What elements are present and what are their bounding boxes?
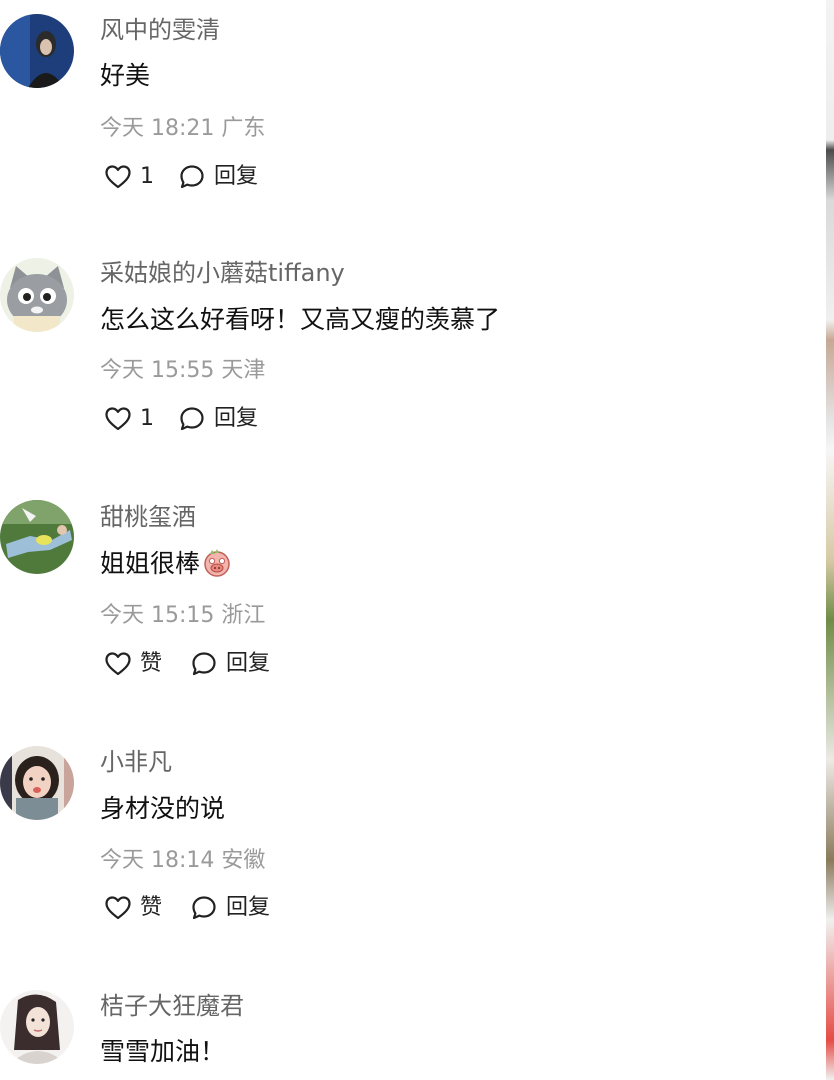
comment-location: 浙江 — [221, 603, 266, 628]
username[interactable]: 桔子大狂魔君 — [100, 991, 244, 1021]
comment-time: 今天 18:21 — [100, 116, 215, 141]
comment-actions: 1 回复 — [104, 161, 258, 193]
comment-text: 姐姐很棒 — [100, 548, 232, 580]
comment-actions: 赞 回复 — [104, 648, 270, 680]
heart-icon — [104, 894, 132, 922]
like-count: 1 — [140, 406, 154, 431]
comment-actions: 1 回复 — [104, 403, 258, 435]
comment-text: 雪雪加油！ — [100, 1037, 226, 1066]
like-label: 赞 — [140, 651, 163, 676]
speech-bubble-icon — [190, 650, 218, 678]
like-button[interactable]: 1 — [104, 163, 154, 191]
comment-meta: 今天 18:14 安徽 — [100, 847, 265, 875]
reply-button[interactable]: 回复 — [190, 894, 270, 922]
comment-actions: 赞 回复 — [104, 892, 270, 924]
avatar[interactable] — [0, 746, 74, 820]
comment-meta: 今天 15:55 天津 — [100, 357, 265, 385]
speech-bubble-icon — [178, 405, 206, 433]
like-button[interactable]: 赞 — [104, 650, 162, 678]
comment-meta: 今天 15:15 浙江 — [100, 602, 265, 630]
avatar-person-on-grass-icon — [0, 500, 74, 574]
avatar-girl-face-icon — [0, 746, 74, 820]
like-label: 赞 — [140, 895, 163, 920]
comment-time: 今天 18:14 — [100, 848, 215, 873]
username[interactable]: 风中的雯清 — [100, 15, 220, 45]
speech-bubble-icon — [178, 163, 206, 191]
heart-icon — [104, 650, 132, 678]
comment-time: 今天 15:15 — [100, 603, 215, 628]
speech-bubble-icon — [190, 894, 218, 922]
reply-label: 回复 — [226, 895, 271, 920]
reply-button[interactable]: 回复 — [178, 405, 258, 433]
avatar-dark-blue-portrait-icon — [0, 14, 74, 88]
comment-list: 风中的雯清 好美 今天 18:21 广东 1 回复 采姑娘的小蘑菇tiffany… — [0, 0, 826, 1080]
username[interactable]: 小非凡 — [100, 747, 172, 777]
comment-text: 身材没的说 — [100, 794, 226, 823]
pig-face-emoji-icon — [202, 548, 232, 578]
comment-location: 天津 — [221, 358, 266, 383]
comment-text: 好美 — [100, 61, 151, 90]
reply-label: 回复 — [214, 406, 259, 431]
like-button[interactable]: 赞 — [104, 894, 162, 922]
reply-label: 回复 — [226, 651, 271, 676]
heart-icon — [104, 163, 132, 191]
reply-label: 回复 — [214, 164, 259, 189]
avatar-gray-cat-icon — [0, 258, 74, 332]
comment-location: 广东 — [221, 116, 266, 141]
avatar[interactable] — [0, 990, 74, 1064]
comment-location: 安徽 — [221, 848, 266, 873]
avatar[interactable] — [0, 500, 74, 574]
comment-text-body: 姐姐很棒 — [100, 549, 201, 578]
like-count: 1 — [140, 164, 154, 189]
comment-text: 怎么这么好看呀！又高又瘦的羡慕了 — [100, 305, 501, 334]
username[interactable]: 采姑娘的小蘑菇tiffany — [100, 258, 345, 288]
comment-meta: 今天 18:21 广东 — [100, 115, 265, 143]
avatar[interactable] — [0, 14, 74, 88]
reply-button[interactable]: 回复 — [190, 650, 270, 678]
heart-icon — [104, 405, 132, 433]
comment-time: 今天 15:55 — [100, 358, 215, 383]
like-button[interactable]: 1 — [104, 405, 154, 433]
username[interactable]: 甜桃玺酒 — [100, 502, 196, 532]
avatar-anime-woman-icon — [0, 990, 74, 1064]
avatar[interactable] — [0, 258, 74, 332]
adjacent-content-edge — [826, 0, 834, 1080]
reply-button[interactable]: 回复 — [178, 163, 258, 191]
